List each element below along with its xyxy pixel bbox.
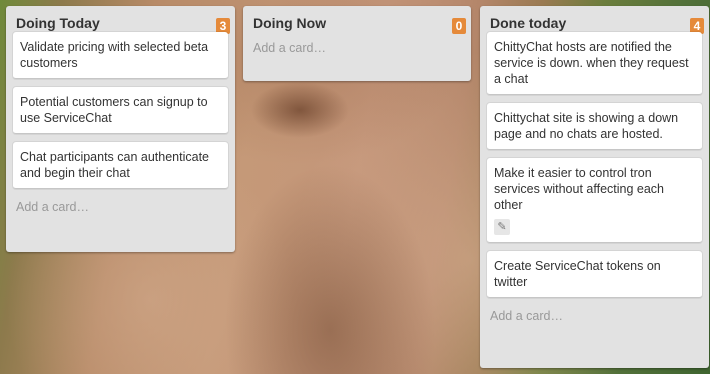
card[interactable]: Make it easier to control tron services … [487,158,702,243]
card[interactable]: ChittyChat hosts are notified the servic… [487,32,702,95]
add-card-link[interactable]: Add a card… [480,306,709,323]
list-title[interactable]: Doing Now [253,16,326,30]
card-title: Create ServiceChat tokens on twitter [494,259,661,289]
list-header[interactable]: Doing Today 3 [6,6,235,34]
card-title: Chat participants can authenticate and b… [20,150,210,180]
card[interactable]: Validate pricing with selected beta cust… [13,32,228,79]
card-title: ChittyChat hosts are notified the servic… [494,40,689,86]
card-title: Validate pricing with selected beta cust… [20,40,209,70]
card-count-badge: 0 [452,18,466,34]
card-title: Potential customers can signup to use Se… [20,95,208,125]
card[interactable]: Create ServiceChat tokens on twitter [487,251,702,298]
list-doing-now: Doing Now 0 Add a card… [243,6,471,81]
list-done-today: Done today 4 ChittyChat hosts are notifi… [480,6,709,368]
add-card-link[interactable]: Add a card… [6,197,235,214]
card[interactable]: Chat participants can authenticate and b… [13,142,228,189]
list-doing-today: Doing Today 3 Validate pricing with sele… [6,6,235,252]
card-title: Make it easier to control tron services … [494,166,665,212]
card-title: Chittychat site is showing a down page a… [494,111,679,141]
pencil-icon[interactable]: ✎ [494,219,510,235]
list-header[interactable]: Doing Now 0 [243,6,471,34]
list-header[interactable]: Done today 4 [480,6,709,34]
card[interactable]: Chittychat site is showing a down page a… [487,103,702,150]
list-title[interactable]: Doing Today [16,16,100,30]
list-title[interactable]: Done today [490,16,566,30]
add-card-link[interactable]: Add a card… [243,32,471,55]
card[interactable]: Potential customers can signup to use Se… [13,87,228,134]
